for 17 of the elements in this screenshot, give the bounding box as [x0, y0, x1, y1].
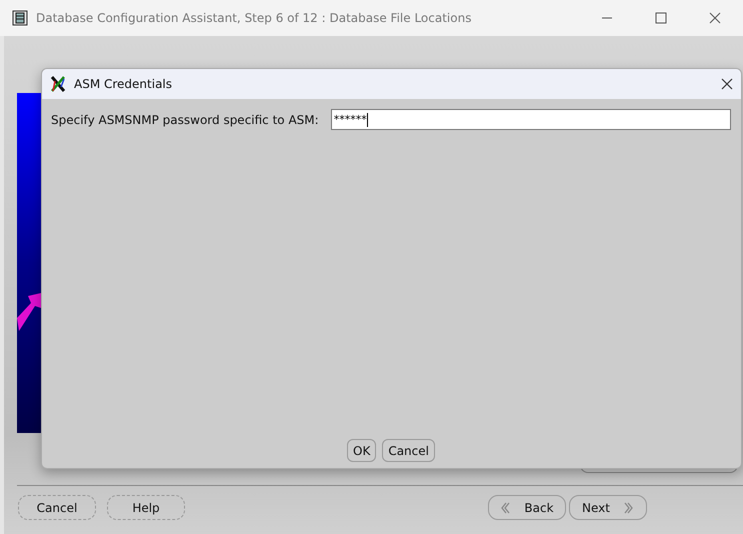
- dialog-button[interactable]: OK: [347, 439, 376, 462]
- close-icon[interactable]: [721, 78, 733, 90]
- back-button[interactable]: Back: [488, 495, 566, 520]
- window-title: Database Configuration Assistant, Step 6 of 12 : Database File Locations: [36, 11, 472, 25]
- chevron-left-icon: [500, 502, 510, 514]
- dialog-button[interactable]: Cancel: [382, 439, 435, 462]
- chevron-right-icon: [624, 502, 634, 514]
- close-icon[interactable]: [709, 12, 721, 24]
- x-logo-icon: [50, 76, 66, 92]
- password-label: Specify ASMSNMP password specific to ASM:: [51, 112, 319, 126]
- wizard-button[interactable]: Cancel: [18, 495, 96, 520]
- password-field[interactable]: ******: [330, 109, 731, 130]
- database-icon: [12, 10, 28, 26]
- maximize-icon[interactable]: [655, 12, 667, 24]
- wizard-button[interactable]: Help: [107, 495, 185, 520]
- next-button[interactable]: Next: [569, 495, 647, 520]
- dialog-title: ASM Credentials: [74, 77, 172, 91]
